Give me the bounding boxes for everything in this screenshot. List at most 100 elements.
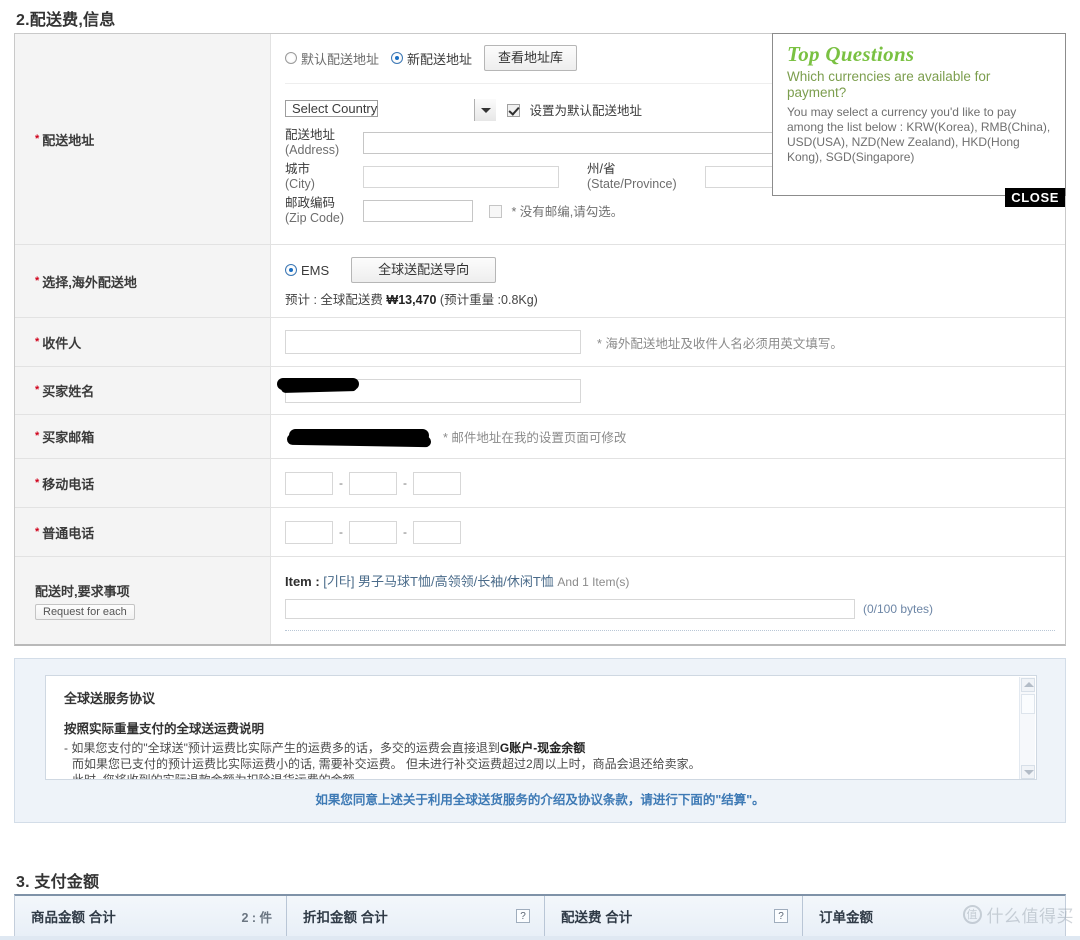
payment-cell-discount-total: 折扣金额 合计 ? <box>287 896 545 936</box>
agreement-line-2: 而如果您已支付的预计运费比实际运费小的话, 需要补交运费。 但未进行补交运费超过… <box>72 757 701 771</box>
home-phone-part1[interactable] <box>285 520 333 544</box>
item-count-note: And 1 Item(s) <box>557 575 630 589</box>
required-asterisk: * <box>35 132 40 145</box>
row-body-recipient: * 海外配送地址及收件人名必须用英文填写。 <box>271 318 1065 366</box>
top-questions-answer: You may select a currency you'd like to … <box>787 105 1051 164</box>
payment-cell-label: 商品金额 合计 <box>31 910 116 925</box>
country-select-value[interactable]: Select Country <box>285 100 379 117</box>
payment-summary-table: 商品金额 合计 2 : 件 折扣金额 合计 ? 配送费 合计 ? 订单金额 <box>14 894 1066 936</box>
required-asterisk: * <box>35 430 40 442</box>
phone-separator: - <box>403 525 407 539</box>
close-button[interactable]: CLOSE <box>1005 188 1065 207</box>
top-questions-question: Which currencies are available for payme… <box>787 69 991 100</box>
city-label-cn: 城市 <box>285 162 311 176</box>
scroll-up-icon[interactable] <box>1021 678 1035 692</box>
row-buyer-name: * 买家姓名 <box>15 367 1065 415</box>
row-overseas-destination: * 选择,海外配送地 EMS 全球送配送导向 预计 : 全球配送费 ₩13,47… <box>15 245 1065 318</box>
address-field-label: 配送地址 (Address) <box>285 128 363 158</box>
zip-input[interactable] <box>363 200 473 222</box>
delivery-request-input[interactable] <box>285 599 855 619</box>
mobile-phone-part1[interactable] <box>285 471 333 495</box>
required-asterisk: * <box>35 335 40 348</box>
state-label-cn: 州/省 <box>587 162 616 176</box>
row-body-buyer-name <box>271 367 1065 414</box>
row-label-text: 配送地址 <box>42 132 95 148</box>
row-label-buyer-email: * 买家邮箱 <box>15 415 271 458</box>
row-home-phone: * 普通电话 - - <box>15 508 1065 557</box>
row-label-home-phone: * 普通电话 <box>15 508 271 556</box>
radio-new-address[interactable] <box>391 52 404 64</box>
item-name[interactable]: [기타] 男子马球T恤/高领领/长袖/休闲T恤 <box>323 574 553 589</box>
city-input[interactable] <box>363 166 559 188</box>
payment-cell-order-total: 订单金额 <box>803 896 1065 936</box>
row-body-home-phone: - - <box>271 508 1065 556</box>
address-label-en: (Address) <box>285 143 340 157</box>
page-bottom-edge <box>0 936 1080 940</box>
address-label-cn: 配送地址 <box>285 128 336 142</box>
state-label-en: (State/Province) <box>587 177 677 191</box>
payment-cell-label: 配送费 合计 <box>561 910 633 925</box>
row-label-recipient: * 收件人 <box>15 318 271 366</box>
shipping-estimate: 预计 : 全球配送费 ₩13,470 (预计重量 :0.8Kg) <box>285 289 1055 308</box>
mobile-phone-part2[interactable] <box>349 471 397 495</box>
buyer-email-note: * 邮件地址在我的设置页面可修改 <box>443 431 627 445</box>
row-label-text: 普通电话 <box>42 525 95 541</box>
home-phone-part3[interactable] <box>413 520 461 544</box>
radio-ems[interactable] <box>285 264 297 276</box>
radio-default-address[interactable] <box>285 52 297 64</box>
no-zip-checkbox[interactable] <box>489 205 502 218</box>
item-summary: Item : [기타] 男子马球T恤/高领领/长袖/休闲T恤 And 1 Ite… <box>285 571 1055 590</box>
scrollbar-thumb[interactable] <box>1021 694 1035 714</box>
row-label-text: 收件人 <box>42 335 82 351</box>
city-label-en: (City) <box>285 177 315 191</box>
zip-label-cn: 邮政编码 <box>285 196 336 210</box>
carrier-line: EMS 全球送配送导向 <box>285 257 1055 283</box>
radio-new-address-label[interactable]: 新配送地址 <box>407 49 472 68</box>
payment-cell-label: 折扣金额 合计 <box>303 910 388 925</box>
agreement-line-3: 此时, 您将收到的实际退款金额为扣除退货运费的金额。 <box>72 773 367 780</box>
row-label-shipping-address: * 配送地址 <box>15 34 271 244</box>
agreement-title: 全球送服务协议 <box>64 691 156 706</box>
carrier-label[interactable]: EMS <box>301 263 329 278</box>
row-recipient: * 收件人 * 海外配送地址及收件人名必须用英文填写。 <box>15 318 1065 367</box>
payment-item-count: 2 : 件 <box>241 910 272 925</box>
zip-label-en: (Zip Code) <box>285 211 345 225</box>
required-asterisk: * <box>35 476 40 489</box>
row-buyer-email: * 买家邮箱 * 邮件地址在我的设置页面可修改 <box>15 415 1065 459</box>
mobile-phone-part3[interactable] <box>413 471 461 495</box>
help-icon[interactable]: ? <box>774 909 788 923</box>
set-default-address-label[interactable]: 设置为默认配送地址 <box>529 104 642 118</box>
phone-separator: - <box>403 476 407 490</box>
phone-separator: - <box>339 525 343 539</box>
payment-cell-shipping-total: 配送费 合计 ? <box>545 896 803 936</box>
service-agreement-panel: 全球送服务协议 按照实际重量支付的全球送运费说明 - 如果您支付的"全球送"预计… <box>14 658 1066 823</box>
help-icon[interactable]: ? <box>516 909 530 923</box>
chevron-down-icon[interactable] <box>474 99 496 121</box>
radio-default-address-label[interactable]: 默认配送地址 <box>301 49 379 68</box>
row-label-text: 买家姓名 <box>42 384 95 399</box>
recipient-note: * 海外配送地址及收件人名必须用英文填写。 <box>597 336 843 351</box>
set-default-checkbox-group: 设置为默认配送地址 <box>507 100 642 120</box>
scroll-down-icon[interactable] <box>1021 765 1035 779</box>
section-heading-payment: 3. 支付金额 <box>16 874 100 891</box>
home-phone-part2[interactable] <box>349 520 397 544</box>
set-default-address-checkbox[interactable] <box>507 104 520 117</box>
divider <box>285 630 1055 631</box>
section-heading-shipping: 2.配送费,信息 <box>16 12 116 29</box>
global-shipping-guide-button[interactable]: 全球送配送导向 <box>351 257 497 283</box>
required-asterisk: * <box>35 525 40 538</box>
recipient-input[interactable] <box>285 330 581 354</box>
country-select[interactable]: Select Country <box>285 98 497 122</box>
agreement-scrollbar[interactable] <box>1019 677 1035 779</box>
row-body-mobile-phone: - - <box>271 459 1065 507</box>
agreement-line-1b: G账户-现金余额 <box>499 741 586 755</box>
zip-field-label: 邮政编码 (Zip Code) <box>285 196 363 226</box>
agreement-subtitle: 按照实际重量支付的全球送运费说明 <box>64 722 265 736</box>
request-for-each-button[interactable]: Request for each <box>35 604 135 620</box>
phone-separator: - <box>339 476 343 490</box>
row-delivery-request: 配送时,要求事项 Request for each Item : [기타] 男子… <box>15 557 1065 644</box>
redaction-bar <box>286 433 432 447</box>
row-label-overseas: * 选择,海外配送地 <box>15 245 271 317</box>
top-questions-title: Top Questions <box>787 42 915 66</box>
view-address-book-button[interactable]: 查看地址库 <box>484 45 578 71</box>
